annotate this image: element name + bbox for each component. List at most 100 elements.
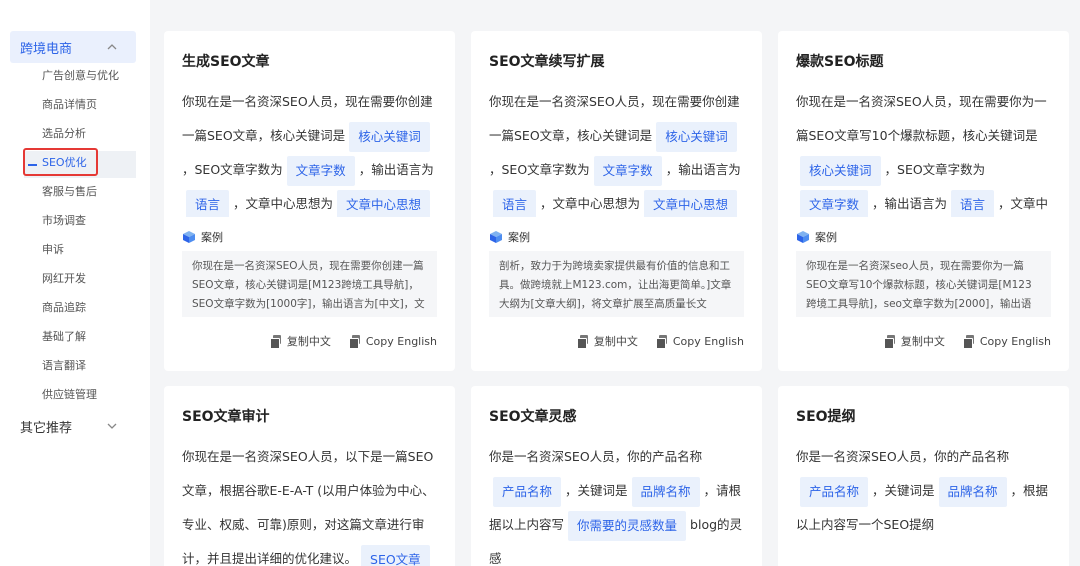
card-title: SEO文章灵感	[489, 409, 577, 425]
prompt-variable-tag[interactable]: 文章字数	[286, 155, 355, 186]
prompt-text-segment: ，输出语言为	[665, 162, 741, 177]
prompt-text-segment: ，SEO文章字数为	[182, 162, 283, 177]
copy-icon	[576, 335, 589, 349]
sidebar-item-supply-chain[interactable]: 供应链管理	[42, 383, 97, 407]
example-text: 你现在是一名资深seo人员，现在需要你为一篇SEO文章写10个爆款标题，核心关键…	[796, 251, 1051, 317]
sidebar-item-appeal[interactable]: 申诉	[42, 238, 64, 262]
card-title: SEO提纲	[796, 409, 856, 425]
card-title: 生成SEO文章	[182, 54, 270, 70]
prompt-text-segment: 你现在是一名资深SEO人员，现在需要你为一篇SEO文章写10个爆款标题，核心关键…	[796, 94, 1047, 143]
example-label: 案例	[815, 231, 837, 244]
cube-icon	[489, 230, 503, 244]
prompt-variable-tag[interactable]: 核心关键词	[800, 155, 881, 186]
example-header: 案例	[489, 229, 530, 245]
prompt-card[interactable]: SEO文章续写扩展你现在是一名资深SEO人员，现在需要你创建一篇SEO文章，核心…	[471, 31, 762, 371]
prompt-text-segment: 你是一名资深SEO人员，你的产品名称	[796, 449, 1010, 464]
prompt-text-segment: ，SEO文章字数为	[884, 162, 986, 177]
prompt-text-segment: ，文章中心思想为	[540, 196, 641, 211]
copy-chinese-label: 复制中文	[286, 335, 331, 348]
copy-chinese-label: 复制中文	[900, 335, 945, 348]
copy-chinese-button[interactable]: 复制中文	[269, 333, 331, 349]
sidebar-item-translation[interactable]: 语言翻译	[42, 354, 86, 378]
prompt-variable-tag[interactable]: 文章字数	[593, 155, 662, 186]
sidebar-group-label: 跨境电商	[20, 41, 73, 57]
prompt-variable-tag[interactable]: 语言	[186, 189, 230, 217]
prompt-variable-tag[interactable]: 语言	[493, 189, 537, 217]
example-header: 案例	[796, 229, 837, 245]
example-label: 案例	[508, 231, 530, 244]
copy-english-button[interactable]: Copy English	[348, 333, 437, 349]
sidebar-item-basics[interactable]: 基础了解	[42, 325, 86, 349]
prompt-variable-tag[interactable]: 品牌名称	[938, 476, 1007, 507]
example-header: 案例	[182, 229, 223, 245]
prompt-text-segment: ，SEO文章字数为	[489, 162, 590, 177]
card-actions: 复制中文 Copy English	[883, 333, 1051, 349]
copy-english-button[interactable]: Copy English	[655, 333, 744, 349]
copy-icon	[269, 335, 282, 349]
sidebar: 跨境电商 广告创意与优化 商品详情页 选品分析 SEO优化 客服与售后 市场调查…	[0, 0, 150, 566]
card-prompt-text: 你现在是一名资深SEO人员，现在需要你创建一篇SEO文章，核心关键词是 核心关键词…	[489, 85, 744, 217]
card-title: SEO文章续写扩展	[489, 54, 605, 70]
prompt-card[interactable]: SEO提纲 你是一名资深SEO人员，你的产品名称产品名称 ，关键词是 品牌名称 ，根据以…	[778, 386, 1069, 566]
sidebar-item-ad-creative[interactable]: 广告创意与优化	[42, 64, 119, 88]
prompt-variable-tag[interactable]: 核心关键词	[656, 121, 737, 152]
prompt-text-segment: 你是一名资深SEO人员，你的产品名称	[489, 449, 703, 464]
card-title: SEO文章审计	[182, 409, 270, 425]
chevron-up-icon	[107, 44, 117, 50]
prompt-card[interactable]: SEO文章审计你现在是一名资深SEO人员，以下是一篇SEO文章，根据谷歌E-E-…	[164, 386, 455, 566]
prompt-text-segment: ，输出语言为	[358, 162, 434, 177]
example-text: 剖析，致力于为跨境卖家提供最有价值的信息和工具。做跨境就上M123.com，让出…	[489, 251, 744, 317]
sidebar-item-customer-service[interactable]: 客服与售后	[42, 180, 97, 204]
card-prompt-text: 你现在是一名资深SEO人员，现在需要你为一篇SEO文章写10个爆款标题，核心关键…	[796, 85, 1051, 217]
sidebar-item-product-detail[interactable]: 商品详情页	[42, 93, 97, 117]
sidebar-item-influencer[interactable]: 网红开发	[42, 267, 86, 291]
copy-english-button[interactable]: Copy English	[962, 333, 1051, 349]
prompt-text-segment: ，文章中心思想为	[233, 196, 334, 211]
prompt-text-segment: ，关键词是	[565, 483, 628, 498]
copy-english-label: Copy English	[365, 334, 437, 348]
card-prompt-text: 你是一名资深SEO人员，你的产品名称产品名称 ，关键词是 品牌名称 ，根据以上内容写一…	[796, 440, 1051, 566]
highlight-box	[23, 148, 98, 176]
sidebar-item-product-tracking[interactable]: 商品追踪	[42, 296, 86, 320]
prompt-variable-tag[interactable]: 文章中心思想	[644, 189, 738, 217]
cube-icon	[182, 230, 196, 244]
card-prompt-text: 你现在是一名资深SEO人员，现在需要你创建一篇SEO文章，核心关键词是 核心关键词…	[182, 85, 437, 217]
prompt-variable-tag[interactable]: 产品名称	[493, 476, 562, 507]
copy-chinese-button[interactable]: 复制中文	[883, 333, 945, 349]
sidebar-group-label: 其它推荐	[20, 420, 73, 436]
copy-chinese-label: 复制中文	[593, 335, 638, 348]
chevron-down-icon	[107, 423, 117, 429]
card-prompt-text: 你现在是一名资深SEO人员，以下是一篇SEO文章，根据谷歌E-E-A-T (以用…	[182, 440, 437, 566]
copy-icon	[655, 335, 668, 349]
prompt-variable-tag[interactable]: 品牌名称	[631, 476, 700, 507]
copy-chinese-button[interactable]: 复制中文	[576, 333, 638, 349]
prompt-variable-tag[interactable]: 你需要的灵感数量	[568, 510, 687, 541]
prompt-card[interactable]: SEO文章灵感 你是一名资深SEO人员，你的产品名称产品名称 ，关键词是 品牌名称 ，请…	[471, 386, 762, 566]
copy-icon	[348, 335, 361, 349]
prompt-text-segment: ，关键词是	[872, 483, 935, 498]
copy-english-label: Copy English	[979, 334, 1051, 348]
prompt-variable-tag[interactable]: 文章字数	[800, 189, 869, 217]
prompt-variable-tag[interactable]: 核心关键词	[349, 121, 430, 152]
prompt-card[interactable]: 爆款SEO标题你现在是一名资深SEO人员，现在需要你为一篇SEO文章写10个爆款…	[778, 31, 1069, 371]
example-label: 案例	[201, 231, 223, 244]
sidebar-group-other[interactable]: 其它推荐	[10, 410, 136, 442]
example-text: 你现在是一名资深SEO人员，现在需要你创建一篇SEO文章，核心关键词是[M123…	[182, 251, 437, 317]
sidebar-group-cross-border[interactable]: 跨境电商	[10, 31, 136, 63]
copy-icon	[883, 335, 896, 349]
card-actions: 复制中文 Copy English	[576, 333, 744, 349]
prompt-text-segment: ，输出语言为	[872, 196, 948, 211]
copy-english-label: Copy English	[672, 334, 744, 348]
copy-icon	[962, 335, 975, 349]
prompt-variable-tag[interactable]: 语言	[951, 189, 995, 217]
card-actions: 复制中文 Copy English	[269, 333, 437, 349]
card-title: 爆款SEO标题	[796, 54, 884, 70]
prompt-variable-tag[interactable]: 文章中心思想	[337, 189, 431, 217]
card-prompt-text: 你是一名资深SEO人员，你的产品名称产品名称 ，关键词是 品牌名称 ，请根据以上内容写…	[489, 440, 744, 566]
prompt-card[interactable]: 生成SEO文章你现在是一名资深SEO人员，现在需要你创建一篇SEO文章，核心关键…	[164, 31, 455, 371]
prompt-variable-tag[interactable]: SEO文章	[361, 544, 430, 566]
sidebar-item-product-selection[interactable]: 选品分析	[42, 122, 86, 146]
prompt-variable-tag[interactable]: 产品名称	[800, 476, 869, 507]
cube-icon	[796, 230, 810, 244]
sidebar-item-market-research[interactable]: 市场调查	[42, 209, 86, 233]
